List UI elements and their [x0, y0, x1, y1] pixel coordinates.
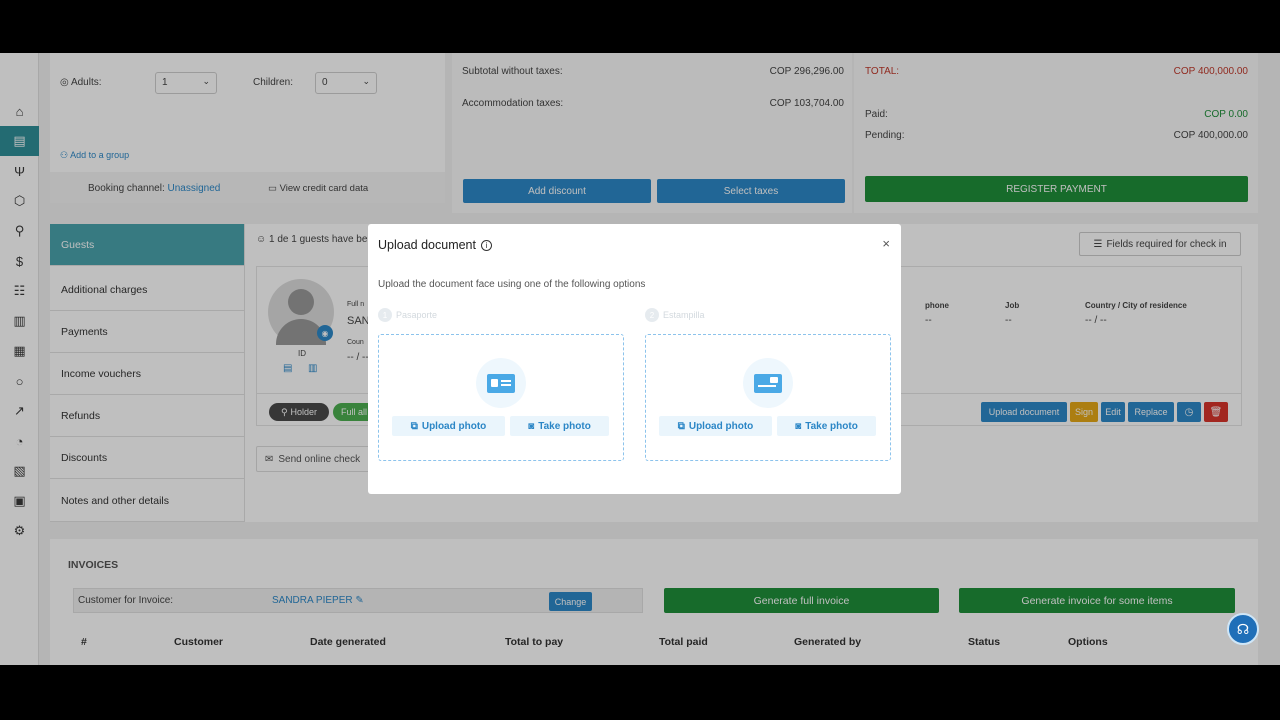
camera-icon: ◙ — [528, 420, 535, 432]
close-icon[interactable]: × — [882, 236, 890, 251]
card-back-icon — [743, 358, 793, 408]
id-card-icon — [476, 358, 526, 408]
support-chat-icon[interactable]: ☊ — [1227, 613, 1259, 645]
upload-document-modal: Upload document i × Upload the document f… — [368, 224, 901, 494]
modal-title: Upload document i — [378, 238, 492, 252]
take-photo-button[interactable]: ◙ Take photo — [777, 416, 876, 436]
stamp-dropzone[interactable]: ⧉ Upload photo ◙ Take photo — [645, 334, 891, 461]
image-icon: ⧉ — [677, 420, 685, 432]
step-passport: 1 Pasaporte — [378, 308, 437, 322]
passport-dropzone[interactable]: ⧉ Upload photo ◙ Take photo — [378, 334, 624, 461]
camera-icon: ◙ — [795, 420, 802, 432]
app-frame: ⌂ ▤ Ψ ⬡ ⚲ $ ☷ ▥ ▦ ○ ↗ ◔ ▧ ▣ ⚙ ◎ Adults: … — [0, 53, 1280, 665]
info-icon[interactable]: i — [480, 239, 492, 251]
modal-description: Upload the document face using one of th… — [378, 279, 646, 290]
step-stamp: 2 Estampilla — [645, 308, 705, 322]
take-photo-button[interactable]: ◙ Take photo — [510, 416, 609, 436]
upload-photo-button[interactable]: ⧉ Upload photo — [392, 416, 505, 436]
upload-photo-button[interactable]: ⧉ Upload photo — [659, 416, 772, 436]
image-icon: ⧉ — [410, 420, 418, 432]
